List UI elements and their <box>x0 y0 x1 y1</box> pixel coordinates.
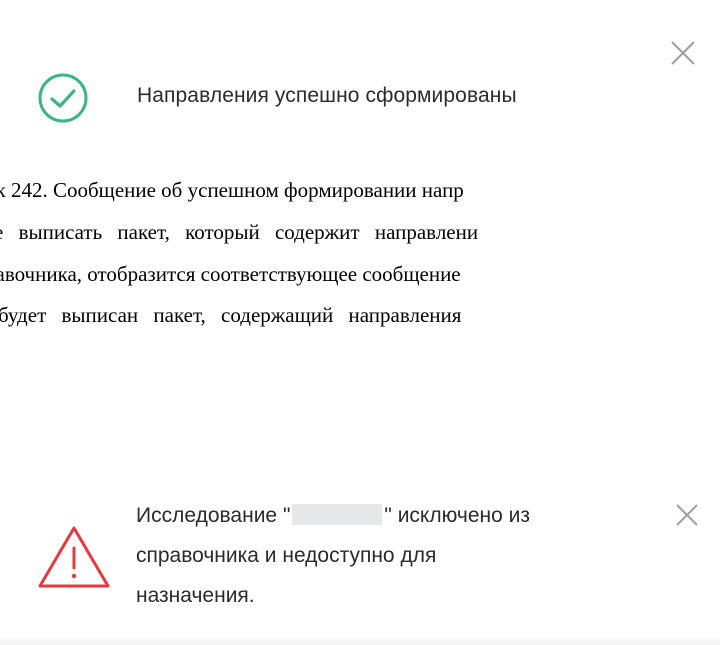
warning-message-prefix: Исследование " <box>136 504 291 527</box>
document-line: будет выписан пакет, содержащий направле… <box>0 303 462 327</box>
warning-triangle-icon <box>38 526 110 588</box>
redacted-study-name <box>292 504 383 525</box>
document-line: равочника, отобразится соответствующее с… <box>0 262 461 286</box>
document-line: е выписать пакет, который содержит напра… <box>0 220 479 244</box>
warning-message: Исследование " " исключено из справочника… <box>136 496 676 616</box>
check-circle-icon <box>38 73 88 123</box>
warning-message-suffix: " исключено из <box>384 504 530 527</box>
close-icon[interactable] <box>666 36 700 70</box>
success-message: Направления успешно сформированы <box>137 84 517 107</box>
warning-message-line-3: назначения. <box>136 584 255 607</box>
close-icon[interactable] <box>672 500 702 530</box>
warning-message-line-2: справочника и недоступно для <box>136 544 437 567</box>
divider <box>0 635 720 645</box>
success-notification: Направления успешно сформированы <box>0 0 720 140</box>
warning-notification: Исследование " " исключено из справочника… <box>0 470 720 645</box>
warning-message-line-1: Исследование " " исключено из <box>136 496 676 536</box>
document-line: ок 242. Сообщение об успешном формирован… <box>0 178 464 202</box>
